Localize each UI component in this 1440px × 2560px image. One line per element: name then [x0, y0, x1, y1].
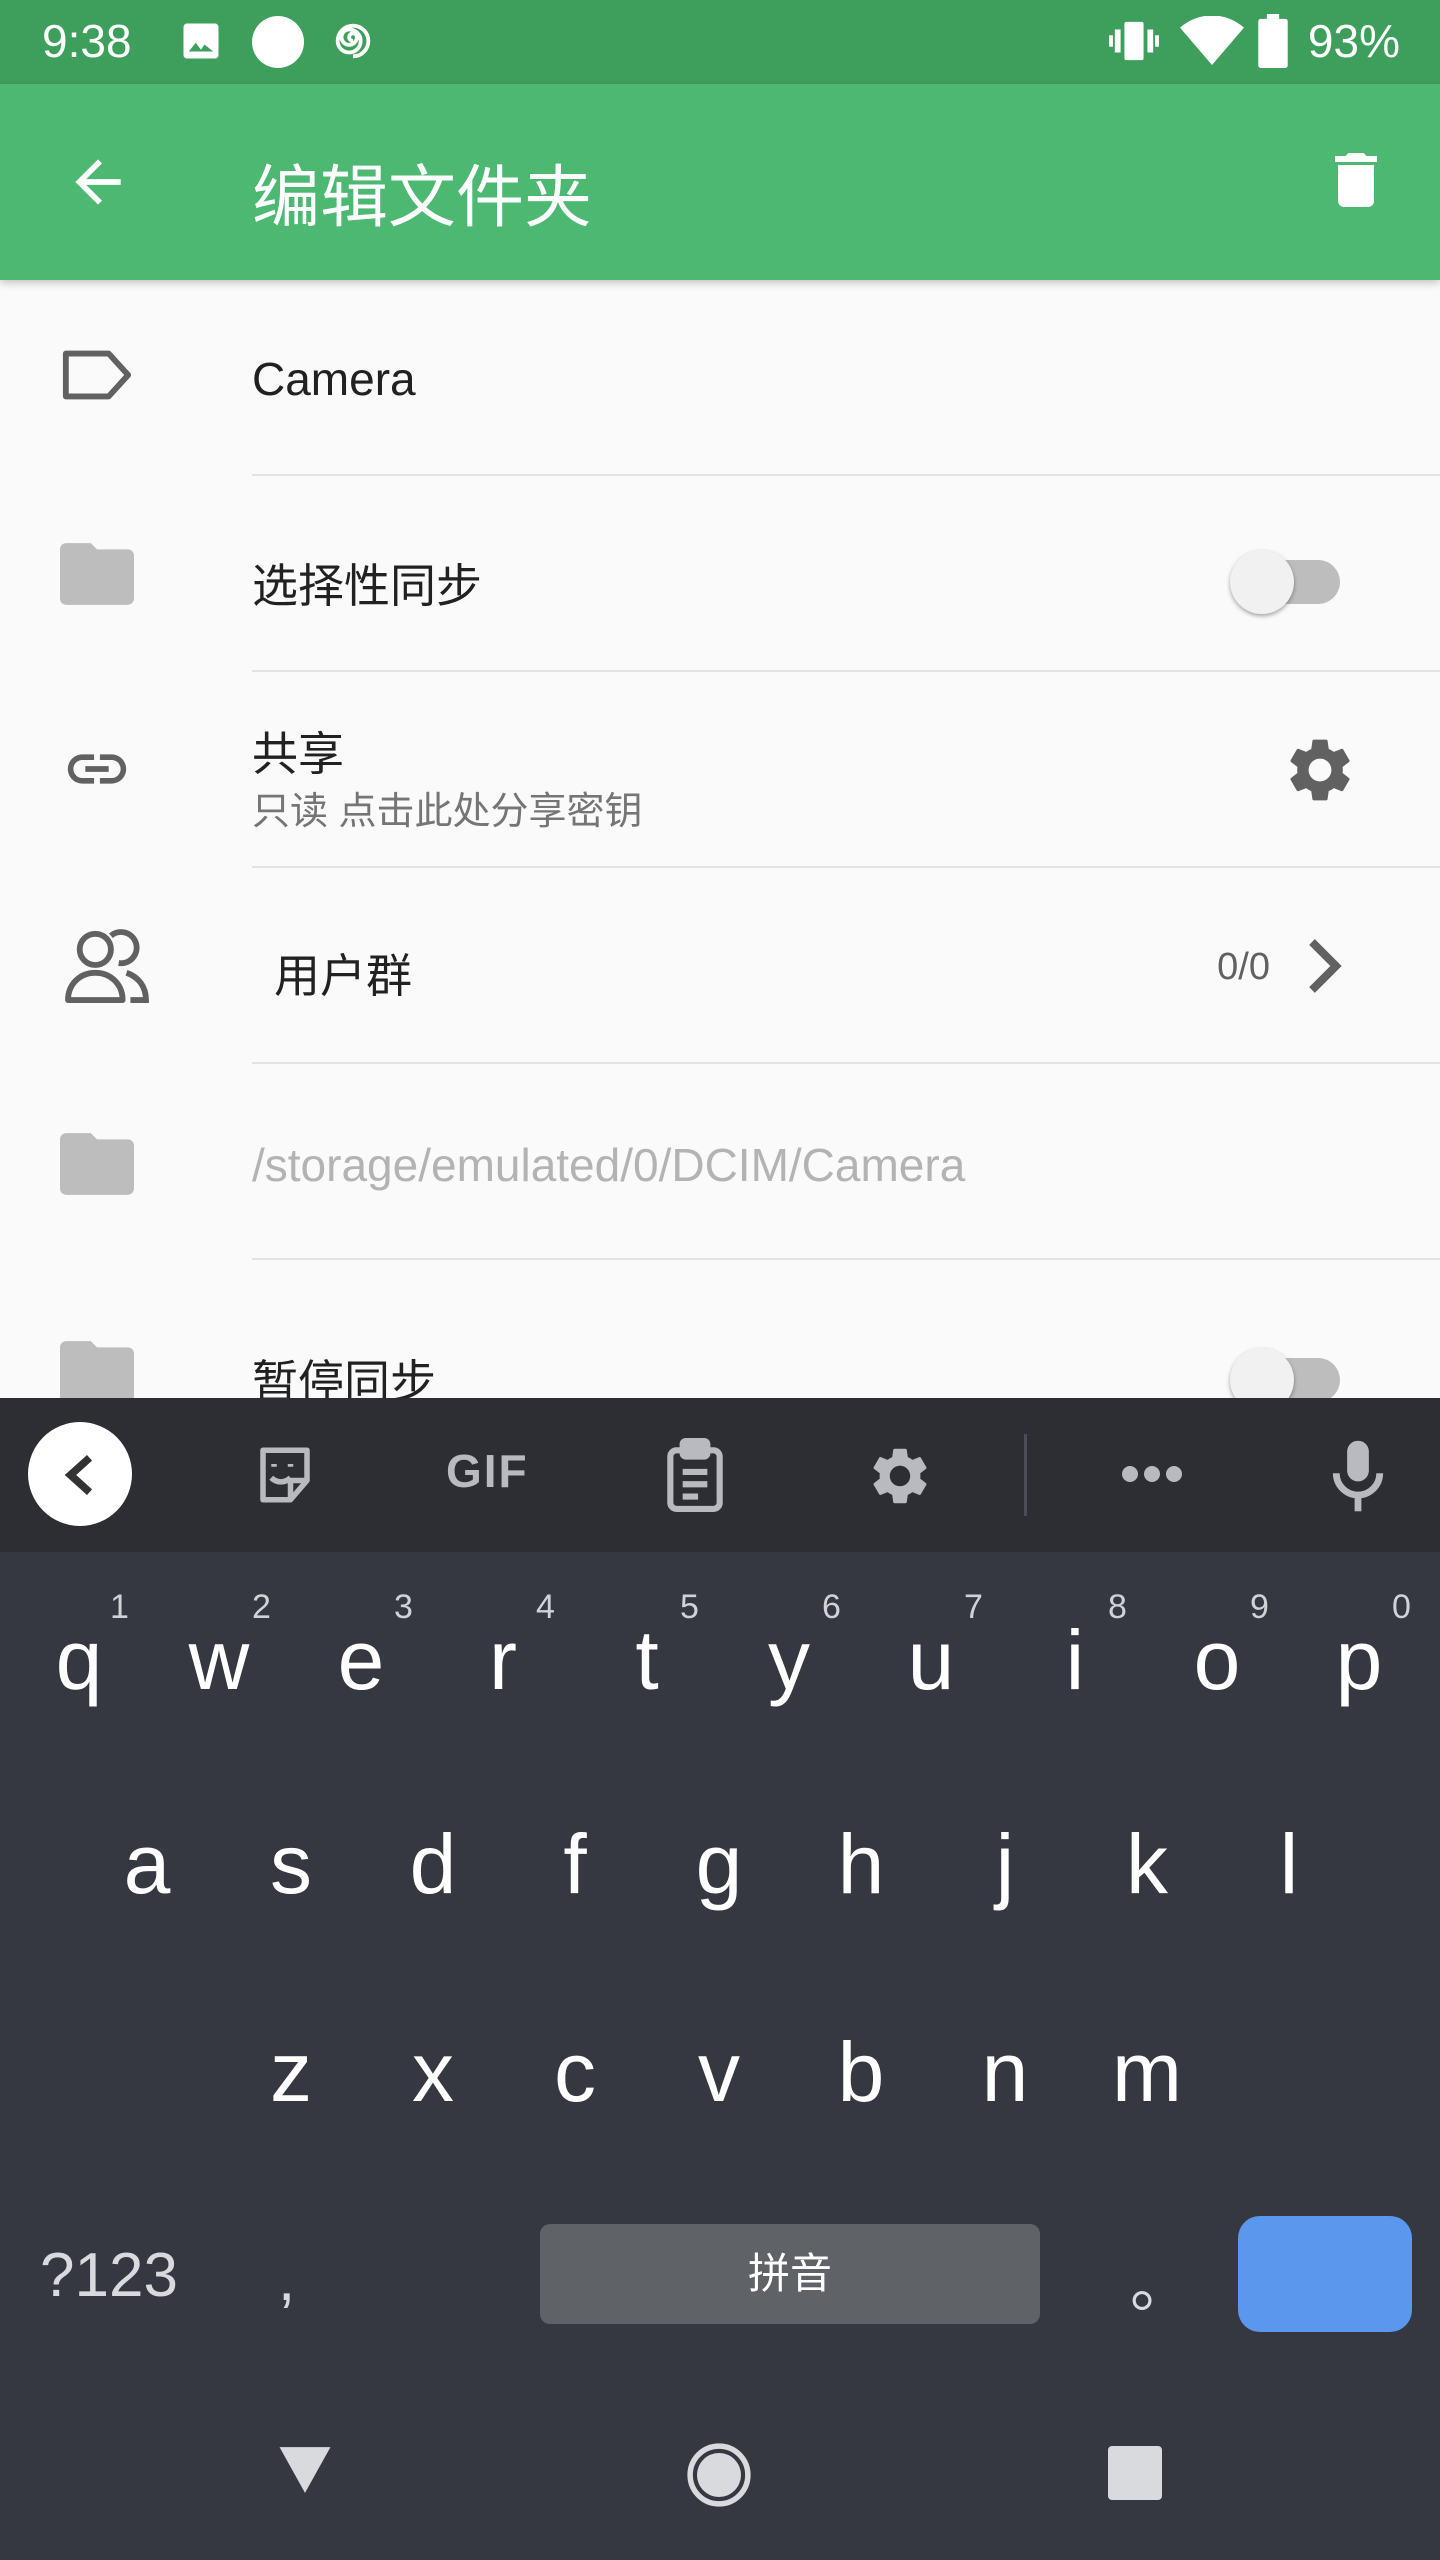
swirl-icon [335, 23, 371, 59]
selective-sync-label: 选择性同步 [252, 560, 482, 612]
key-i[interactable]: i [1020, 1610, 1130, 1710]
key-z[interactable]: z [236, 2022, 346, 2122]
key-f[interactable]: f [520, 1814, 630, 1914]
label-tag-icon [62, 350, 132, 400]
clipboard-icon[interactable] [664, 1438, 726, 1512]
vibrate-icon [1109, 21, 1159, 61]
gear-icon[interactable] [1282, 732, 1358, 808]
page-title: 编辑文件夹 [252, 160, 593, 236]
key-t[interactable]: t [592, 1610, 702, 1710]
more-icon[interactable] [1120, 1462, 1184, 1486]
folder-icon [60, 1341, 134, 1398]
battery-percent: 93% [1307, 15, 1400, 67]
gear-icon[interactable] [866, 1442, 934, 1510]
folder-icon [60, 543, 134, 605]
people-icon [65, 929, 149, 1004]
key-a[interactable]: a [92, 1814, 202, 1914]
key-x[interactable]: x [378, 2022, 488, 2122]
period-key[interactable]: 。 [1130, 2234, 1192, 2324]
key-h[interactable]: h [806, 1814, 916, 1914]
key-j[interactable]: j [950, 1814, 1060, 1914]
folder-settings-list: Camera 选择性同步 共享 只读 点击此处分享密钥 用户群 0/0 /sto… [0, 280, 1440, 1398]
pause-sync-toggle[interactable] [1230, 1336, 1348, 1398]
share-subtitle: 只读 点击此处分享密钥 [252, 791, 643, 833]
key-c[interactable]: c [520, 2022, 630, 2122]
symbols-key[interactable]: ?123 [40, 2240, 178, 2311]
key-o[interactable]: o [1162, 1610, 1272, 1710]
folder-icon [60, 1133, 134, 1195]
keyboard-toolbar: GIF [0, 1398, 1440, 1552]
key-s[interactable]: s [236, 1814, 346, 1914]
status-time: 9:38 [42, 15, 132, 67]
chevron-right-icon [1309, 939, 1342, 993]
key-m[interactable]: m [1092, 2022, 1202, 2122]
space-bar[interactable]: 拼音 [540, 2224, 1040, 2324]
key-w[interactable]: w [164, 1610, 274, 1710]
pause-sync-label: 暂停同步 [252, 1356, 436, 1398]
microphone-icon[interactable] [1330, 1438, 1386, 1514]
selective-sync-toggle[interactable] [1230, 538, 1348, 614]
selective-sync-row[interactable]: 选择性同步 [0, 476, 1440, 672]
pause-sync-row[interactable]: 暂停同步 [0, 1260, 1440, 1398]
link-icon [67, 754, 127, 784]
folder-label-row[interactable]: Camera [0, 280, 1440, 476]
key-d[interactable]: d [378, 1814, 488, 1914]
key-n[interactable]: n [950, 2022, 1060, 2122]
user-group-label: 用户群 [274, 950, 412, 1002]
gif-button[interactable]: GIF [446, 1444, 529, 1498]
image-icon [183, 23, 219, 59]
arrow-left-icon[interactable] [64, 148, 132, 216]
key-g[interactable]: g [664, 1814, 774, 1914]
sticker-icon[interactable] [252, 1442, 318, 1508]
folder-path-value: /storage/emulated/0/DCIM/Camera [252, 1139, 966, 1191]
toolbar-separator [1024, 1434, 1027, 1516]
key-r[interactable]: r [448, 1610, 558, 1710]
nav-back-icon[interactable] [274, 2442, 336, 2498]
wifi-icon [1180, 16, 1244, 65]
circle-icon [252, 16, 304, 68]
comma-key[interactable]: , [278, 2244, 295, 2315]
key-q[interactable]: q [24, 1610, 134, 1710]
folder-path-row[interactable]: /storage/emulated/0/DCIM/Camera [0, 1064, 1440, 1260]
soft-keyboard: GIF 1 2 3 4 5 6 7 8 9 0 q w e r t y u i … [0, 1398, 1440, 2560]
folder-label-value[interactable]: Camera [252, 352, 416, 406]
chevron-left-icon [64, 1454, 93, 1496]
key-k[interactable]: k [1092, 1814, 1202, 1914]
battery-icon [1258, 14, 1288, 68]
nav-home-icon[interactable] [686, 2442, 752, 2508]
share-label: 共享 [252, 728, 344, 780]
trash-icon[interactable] [1320, 144, 1392, 216]
user-group-row[interactable]: 用户群 0/0 [0, 868, 1440, 1064]
key-y[interactable]: y [734, 1610, 844, 1710]
nav-recents-icon[interactable] [1108, 2446, 1162, 2500]
key-v[interactable]: v [664, 2022, 774, 2122]
share-row[interactable]: 共享 只读 点击此处分享密钥 [0, 672, 1440, 868]
enter-button[interactable] [1238, 2216, 1412, 2332]
key-b[interactable]: b [806, 2022, 916, 2122]
app-bar: 编辑文件夹 [0, 84, 1440, 280]
key-e[interactable]: e [306, 1610, 416, 1710]
key-l[interactable]: l [1234, 1814, 1344, 1914]
key-p[interactable]: p [1304, 1610, 1414, 1710]
status-bar: 9:38 93% [0, 0, 1440, 84]
key-u[interactable]: u [876, 1610, 986, 1710]
user-group-count: 0/0 [1217, 946, 1270, 988]
